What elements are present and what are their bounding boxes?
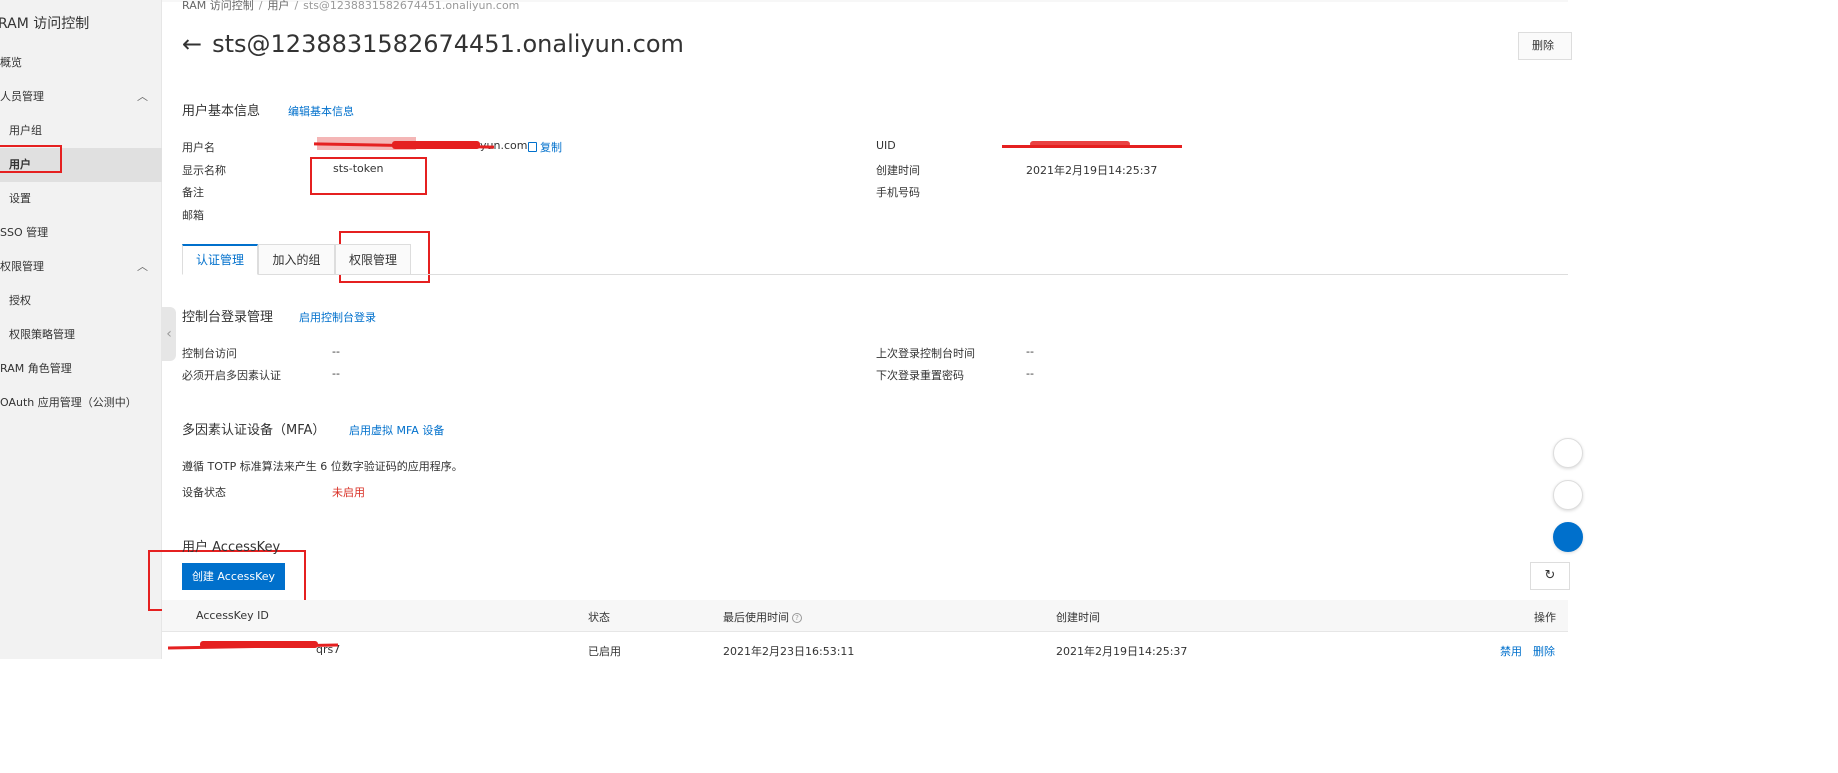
created-cell: 2021年2月19日14:25:37 bbox=[1056, 645, 1188, 658]
delete-user-button[interactable]: 删除 bbox=[1518, 32, 1572, 60]
copy-icon bbox=[528, 142, 537, 152]
username-label: 用户名 bbox=[182, 141, 215, 154]
sidebar-item-policies[interactable]: 权限策略管理 bbox=[0, 318, 162, 352]
display-name-label: 显示名称 bbox=[182, 164, 226, 177]
sidebar-item-settings[interactable]: 设置 bbox=[0, 182, 162, 216]
sidebar: RAM 访问控制 概览 人员管理 ︿ 用户组 用户 设置 SSO 管理 权限管理… bbox=[0, 0, 162, 659]
sidebar-item-label: 权限策略管理 bbox=[9, 328, 75, 341]
tab-permission-management[interactable]: 权限管理 bbox=[335, 244, 411, 275]
breadcrumb-separator: / bbox=[294, 0, 299, 12]
sidebar-item-groups[interactable]: 用户组 bbox=[0, 114, 162, 148]
sidebar-item-label: 用户组 bbox=[9, 124, 42, 137]
enable-mfa-link[interactable]: 启用虚拟 MFA 设备 bbox=[349, 422, 444, 438]
breadcrumb-item[interactable]: 用户 bbox=[267, 0, 289, 12]
page-title-text: sts@1238831582674451.onaliyun.com bbox=[212, 30, 684, 58]
column-header: 操作 bbox=[1534, 611, 1556, 624]
sidebar-item-label: 人员管理 bbox=[0, 90, 44, 103]
sidebar-item-sso[interactable]: SSO 管理 bbox=[0, 216, 162, 250]
sidebar-item-label: 设置 bbox=[9, 192, 31, 205]
mfa-description: 遵循 TOTP 标准算法来产生 6 位数字验证码的应用程序。 bbox=[182, 460, 463, 473]
enable-console-login-link[interactable]: 启用控制台登录 bbox=[299, 309, 376, 325]
sidebar-item-ram-roles[interactable]: RAM 角色管理 bbox=[0, 352, 162, 386]
sidebar-item-permissions[interactable]: 权限管理 ︿ bbox=[0, 250, 162, 284]
console-access-label: 控制台访问 bbox=[182, 347, 237, 360]
redaction-mark bbox=[392, 141, 480, 149]
last-login-value: -- bbox=[1026, 345, 1034, 358]
redaction-mark bbox=[1030, 141, 1130, 147]
last-used-cell: 2021年2月23日16:53:11 bbox=[723, 645, 855, 658]
console-login-heading: 控制台登录管理 bbox=[182, 310, 274, 325]
create-accesskey-button[interactable]: 创建 AccessKey bbox=[182, 563, 285, 590]
tab-auth-management[interactable]: 认证管理 bbox=[182, 244, 258, 275]
sidebar-item-oauth[interactable]: OAuth 应用管理（公测中） bbox=[0, 386, 162, 420]
refresh-icon[interactable]: ↻ bbox=[1530, 562, 1570, 590]
copy-button[interactable]: 复制 bbox=[528, 139, 562, 155]
mfa-required-label: 必须开启多因素认证 bbox=[182, 369, 281, 382]
chevron-up-icon: ︿ bbox=[137, 90, 148, 103]
sidebar-item-grants[interactable]: 授权 bbox=[0, 284, 162, 318]
uid-label: UID bbox=[876, 139, 896, 152]
help-icon[interactable]: ? bbox=[792, 613, 802, 623]
mfa-required-value: -- bbox=[332, 367, 340, 380]
breadcrumb-current: sts@1238831582674451.onaliyun.com bbox=[303, 0, 520, 12]
sidebar-item-label: 权限管理 bbox=[0, 260, 44, 273]
column-header-label: 最后使用时间 bbox=[723, 611, 789, 624]
chevron-up-icon: ︿ bbox=[137, 260, 148, 273]
sidebar-collapse-handle[interactable]: ‹ bbox=[162, 307, 176, 361]
next-reset-value: -- bbox=[1026, 367, 1034, 380]
edit-icon[interactable] bbox=[1553, 480, 1583, 510]
apps-icon[interactable] bbox=[1553, 522, 1583, 552]
created-time-value: 2021年2月19日14:25:37 bbox=[1026, 164, 1158, 177]
copy-label: 复制 bbox=[540, 141, 562, 154]
back-arrow-icon[interactable]: ← bbox=[182, 30, 202, 58]
sidebar-item-label: OAuth 应用管理（公测中） bbox=[0, 396, 137, 409]
disable-accesskey-link[interactable]: 禁用 bbox=[1500, 643, 1522, 659]
note-label: 备注 bbox=[182, 186, 204, 199]
sidebar-item-label: 概览 bbox=[0, 56, 22, 69]
breadcrumb-item[interactable]: RAM 访问控制 bbox=[182, 0, 254, 12]
breadcrumb-separator: / bbox=[258, 0, 263, 12]
sidebar-item-overview[interactable]: 概览 bbox=[0, 46, 162, 80]
delete-accesskey-link[interactable]: 删除 bbox=[1533, 643, 1555, 659]
sidebar-item-label: SSO 管理 bbox=[0, 226, 49, 239]
accesskey-status-cell: 已启用 bbox=[588, 645, 621, 658]
redaction-mark bbox=[200, 641, 318, 648]
last-login-label: 上次登录控制台时间 bbox=[876, 347, 975, 360]
device-status-label: 设备状态 bbox=[182, 486, 226, 499]
device-status-value: 未启用 bbox=[332, 486, 365, 499]
annotation-box bbox=[310, 157, 427, 195]
column-header: 状态 bbox=[588, 611, 610, 624]
sidebar-item-label: 授权 bbox=[9, 294, 31, 307]
created-time-label: 创建时间 bbox=[876, 164, 920, 177]
tab-joined-groups[interactable]: 加入的组 bbox=[258, 244, 335, 275]
console-access-value: -- bbox=[332, 345, 340, 358]
edit-basic-info-link[interactable]: 编辑基本信息 bbox=[288, 103, 354, 119]
email-label: 邮箱 bbox=[182, 209, 204, 222]
column-header: 创建时间 bbox=[1056, 611, 1100, 624]
next-reset-label: 下次登录重置密码 bbox=[876, 369, 964, 382]
phone-label: 手机号码 bbox=[876, 186, 920, 199]
accesskey-table-header: AccessKey ID 状态 最后使用时间? 创建时间 操作 bbox=[162, 600, 1568, 632]
breadcrumb: RAM 访问控制 / 用户 / sts@1238831582674451.onaliyu… bbox=[182, 0, 519, 13]
basic-info-heading: 用户基本信息 bbox=[182, 104, 261, 119]
column-header: 最后使用时间? bbox=[723, 609, 802, 625]
annotation-box bbox=[0, 145, 62, 173]
column-header: AccessKey ID bbox=[196, 609, 269, 622]
sidebar-title: RAM 访问控制 bbox=[0, 16, 90, 32]
sidebar-item-label: RAM 角色管理 bbox=[0, 362, 72, 375]
page-title: ← sts@1238831582674451.onaliyun.com bbox=[182, 30, 684, 58]
feedback-icon[interactable] bbox=[1553, 438, 1583, 468]
mfa-heading: 多因素认证设备（MFA） bbox=[182, 423, 326, 438]
sidebar-item-identities[interactable]: 人员管理 ︿ bbox=[0, 80, 162, 114]
accesskey-heading: 用户 AccessKey bbox=[182, 540, 281, 555]
